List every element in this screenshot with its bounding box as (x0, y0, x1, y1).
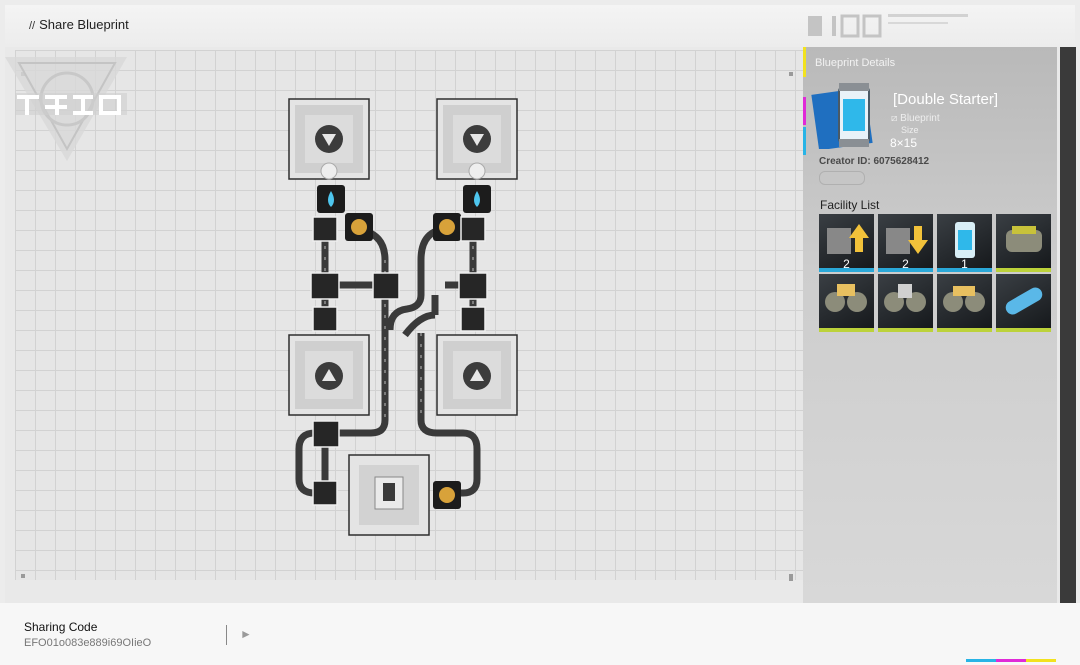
fuel-port-icon (433, 213, 461, 241)
side-scroll-rail[interactable] (1060, 47, 1076, 603)
starter-machine-mid-right (436, 334, 518, 416)
splitter-icon (825, 284, 867, 312)
status-bar-magenta (996, 659, 1026, 662)
title-prefix: // (29, 20, 36, 32)
size-value: 8×15 (890, 136, 918, 150)
footer: Sharing Code EFO01o083e889i69OIieO ► (0, 603, 1080, 665)
bridge-icon (943, 286, 985, 312)
accent-bar-cyan (803, 127, 806, 155)
accent-bar-yellow (803, 47, 806, 77)
junction-box-icon (1006, 226, 1042, 252)
game-logo-icon (5, 57, 127, 161)
furnace-machine-bottom (348, 454, 430, 536)
blueprint-name: [Double Starter] (893, 91, 999, 108)
facility-item[interactable]: 2 (819, 214, 874, 272)
facility-count: 1 (961, 257, 968, 271)
blueprint-details-panel: Blueprint Details [Double Starter] ⧄ Blu… (803, 47, 1057, 603)
sharing-code-value[interactable]: EFO01o083e889i69OIieO (24, 637, 151, 649)
blueprint-layout[interactable] (275, 85, 535, 545)
creator-tag (819, 171, 865, 185)
corner-marker (21, 574, 25, 578)
fuel-port-icon (345, 213, 373, 241)
status-bar-yellow (1026, 659, 1056, 662)
sharing-code-label: Sharing Code (24, 620, 98, 634)
water-port-icon (463, 185, 491, 213)
starter-machine-mid-left (288, 334, 370, 416)
facility-item[interactable] (996, 214, 1051, 272)
facility-item[interactable] (937, 274, 992, 332)
merger-icon (884, 284, 926, 312)
facility-count: 2 (843, 257, 850, 271)
status-bar-cyan (966, 659, 996, 662)
starter-machine-top-left (288, 98, 370, 180)
facility-item[interactable]: 1 (937, 214, 992, 272)
corner-marker (789, 577, 793, 581)
blueprint-type-icon: ⧄ (891, 113, 898, 124)
creator-id: Creator ID: 6075628412 (819, 156, 930, 167)
facility-list-heading: Facility List (820, 198, 880, 212)
fuel-port-icon (433, 481, 461, 509)
copy-send-icon[interactable]: ► (240, 627, 252, 641)
blueprint-type-text: Blueprint (900, 113, 940, 124)
facility-item[interactable] (996, 274, 1051, 332)
facility-item[interactable] (878, 274, 933, 332)
facility-item[interactable] (819, 274, 874, 332)
pipe-icon (1005, 287, 1043, 315)
starter-machine-top-right (436, 98, 518, 180)
blueprint-name-text: Double Starter (897, 91, 994, 108)
facility-item[interactable]: 2 (878, 214, 933, 272)
size-label: Size (901, 125, 919, 135)
title-text: Share Blueprint (39, 17, 129, 32)
brand-mark-icon (808, 14, 968, 38)
page-title: //Share Blueprint (29, 17, 129, 32)
accent-bar-magenta (803, 97, 806, 125)
panel-heading: Blueprint Details (815, 57, 896, 69)
water-port-icon (317, 185, 345, 213)
corner-marker (789, 72, 793, 76)
footer-divider (226, 625, 227, 645)
facility-count: 2 (902, 257, 909, 271)
blueprint-type: ⧄ Blueprint (891, 113, 940, 124)
blueprint-canister-icon (811, 83, 873, 149)
